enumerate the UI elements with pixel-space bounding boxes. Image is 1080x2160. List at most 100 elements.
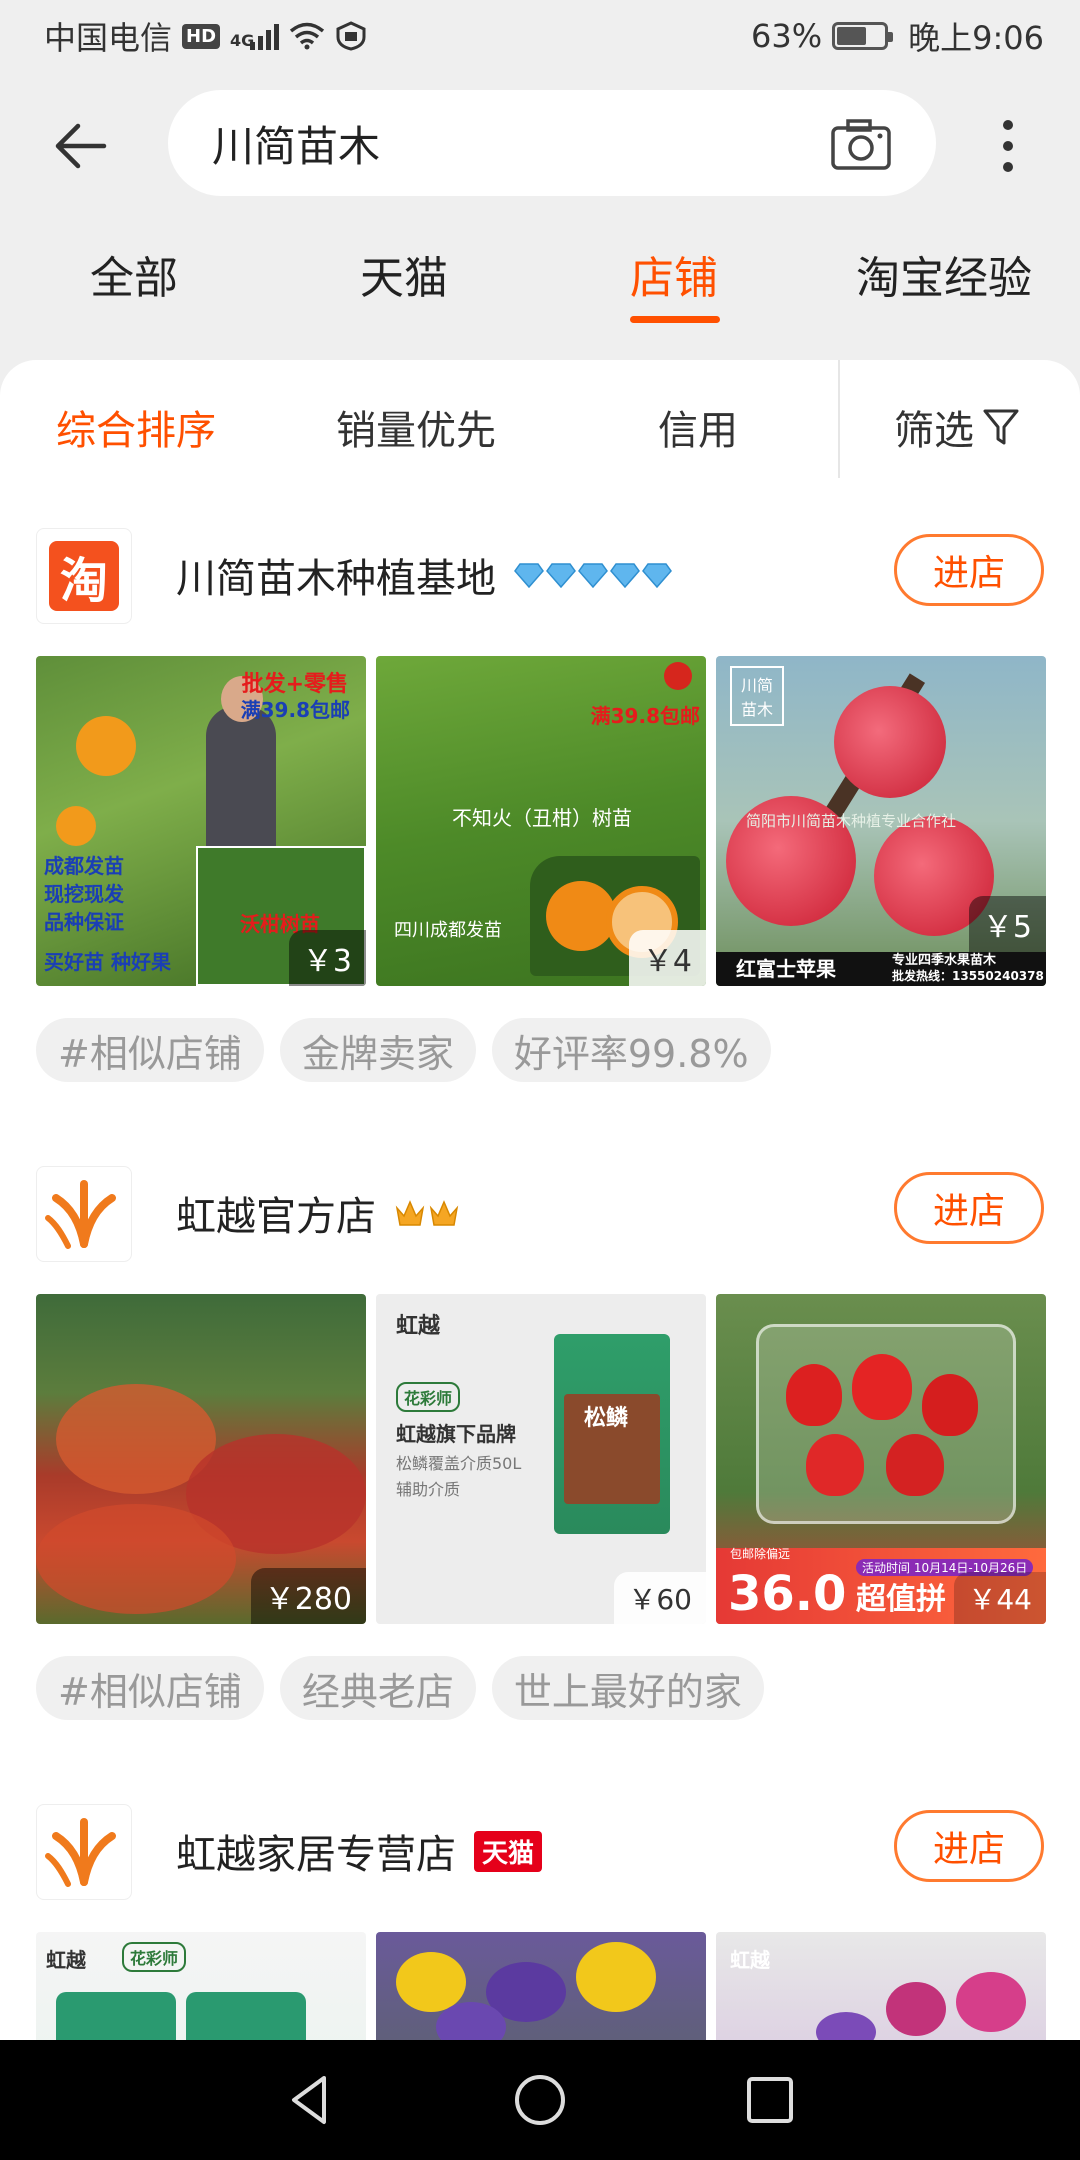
hd-badge: HD xyxy=(182,23,221,49)
product-image[interactable]: 批发+零售 满39.8包邮 成都发苗 现挖现发 品种保证 买好苗 种好果 沃柑树… xyxy=(36,656,366,986)
product-caption: 红富士苹果 xyxy=(736,957,836,981)
wifi-icon xyxy=(290,22,325,50)
product-image[interactable]: 川简 苗木 简阳市川简苗木种植专业合作社 红富士苹果 专业四季水果苗木 批发热线… xyxy=(716,656,1046,986)
tab-tmall[interactable]: 天猫 xyxy=(360,242,448,306)
shop-title-row: 川简苗木种植基地 xyxy=(176,546,672,604)
nav-back-icon[interactable] xyxy=(280,2070,340,2130)
product-price: ￥4 xyxy=(628,930,706,986)
shop-results-panel: 综合排序 销量优先 信用 筛选 淘 川简苗木种植基地 进店 批发+零售 满39.… xyxy=(0,360,1080,2040)
product-image[interactable]: 虹越 花彩师 xyxy=(36,1932,366,2040)
crown-icon xyxy=(395,1200,425,1226)
tmall-badge: 天猫 xyxy=(474,1830,543,1872)
shop-tag: 世上最好的家 xyxy=(491,1656,764,1720)
enter-shop-button[interactable]: 进店 xyxy=(894,1810,1044,1882)
sort-sales[interactable]: 销量优先 xyxy=(336,398,496,456)
product-caption: 成都发苗 xyxy=(44,854,124,878)
shop-name[interactable]: 虹越官方店 xyxy=(176,1184,376,1242)
similar-shops-tag[interactable]: #相似店铺 xyxy=(36,1018,264,1082)
security-icon xyxy=(336,21,366,51)
product-caption: 四川成都发苗 xyxy=(394,920,502,941)
product-caption: 简阳市川简苗木种植专业合作社 xyxy=(746,812,957,830)
sort-comprehensive[interactable]: 综合排序 xyxy=(56,398,216,456)
battery-icon xyxy=(832,22,894,50)
product-image[interactable]: 满39.8包邮 不知火（丑柑）树苗 四川成都发苗 ￥4 xyxy=(376,656,706,986)
product-caption: 超值拼 xyxy=(856,1582,946,1617)
nav-home-icon[interactable] xyxy=(510,2070,570,2130)
shop-watermark: 苗木 xyxy=(740,700,773,719)
tab-shops[interactable]: 店铺 xyxy=(630,242,718,306)
hongyue-logo-icon xyxy=(45,1818,116,1887)
carrier-name: 中国电信 xyxy=(44,19,173,57)
product-caption: 花彩师 xyxy=(122,1942,187,1972)
shop-name[interactable]: 虹越家居专营店 xyxy=(176,1822,456,1880)
product-caption: 辅助介质 xyxy=(396,1480,461,1499)
enter-shop-button[interactable]: 进店 xyxy=(894,1172,1044,1244)
sort-divider xyxy=(838,360,840,478)
product-image[interactable] xyxy=(376,1932,706,2040)
shop-title-row: 虹越家居专营店 天猫 xyxy=(176,1822,543,1880)
clock: 晚上9:06 xyxy=(908,19,1044,57)
shop-tags: #相似店铺 经典老店 世上最好的家 xyxy=(36,1656,764,1720)
search-header: 川简苗木 xyxy=(0,90,1080,200)
top-tabs: 全部 天猫 店铺 淘宝经验 xyxy=(0,230,1080,330)
shop-logo xyxy=(36,1166,132,1262)
product-image[interactable]: 虹越 花彩师 虹越旗下品牌 松鳞覆盖介质50L 辅助介质 松鳞 ￥60 xyxy=(376,1294,706,1624)
filter-button[interactable]: 筛选 xyxy=(894,398,1020,456)
product-caption: 松鳞覆盖介质50L xyxy=(396,1454,522,1473)
active-tab-indicator xyxy=(630,316,720,323)
product-row: 批发+零售 满39.8包邮 成都发苗 现挖现发 品种保证 买好苗 种好果 沃柑树… xyxy=(36,656,1046,986)
system-nav-bar xyxy=(0,2040,1080,2160)
product-caption: 买好苗 种好果 xyxy=(44,950,171,974)
enter-shop-button[interactable]: 进店 xyxy=(894,534,1044,606)
diamond-icon xyxy=(546,563,576,588)
tab-all[interactable]: 全部 xyxy=(90,242,178,306)
taobao-logo: 淘 xyxy=(49,541,119,611)
product-price: ￥3 xyxy=(288,930,366,986)
battery-percent: 63% xyxy=(751,17,823,55)
product-image[interactable]: 包邮除偏远 活动时间 10月14日-10月26日 36.0 超值拼 ￥44 xyxy=(716,1294,1046,1624)
product-row: 虹越 花彩师 虹越 xyxy=(36,1932,1046,2040)
search-input[interactable]: 川简苗木 xyxy=(168,90,936,196)
shop-card[interactable]: 虹越家居专营店 天猫 进店 虹越 花彩师 虹越 xyxy=(0,1804,1080,2040)
shop-tags: #相似店铺 金牌卖家 好评率99.8% xyxy=(36,1018,771,1082)
search-query: 川简苗木 xyxy=(212,121,381,171)
shop-card[interactable]: 虹越官方店 进店 ￥280 虹越 花彩师 虹越旗下品牌 松鳞覆盖介质50L 辅助… xyxy=(0,1166,1080,1726)
product-caption: 虹越 xyxy=(46,1948,86,1972)
product-caption: 花彩师 xyxy=(396,1382,461,1412)
product-caption: 36.0 xyxy=(728,1566,847,1622)
shop-logo: 淘 xyxy=(36,528,132,624)
more-options-icon[interactable] xyxy=(990,116,1026,176)
sort-bar: 综合排序 销量优先 信用 筛选 xyxy=(0,360,1080,480)
product-caption: 批发热线：13550240378 xyxy=(892,969,1044,983)
sort-credit[interactable]: 信用 xyxy=(658,398,738,456)
product-caption: 满39.8包邮 xyxy=(240,698,350,722)
hongyue-logo-icon xyxy=(45,1180,116,1249)
shop-watermark: 川简 xyxy=(740,676,773,695)
bag-label: 松鳞 xyxy=(584,1406,629,1431)
product-caption: 现挖现发 xyxy=(44,882,124,906)
product-image[interactable]: 虹越 xyxy=(716,1932,1046,2040)
product-caption: 虹越旗下品牌 xyxy=(396,1422,516,1446)
product-price: ￥280 xyxy=(250,1568,366,1624)
product-caption: 满39.8包邮 xyxy=(590,704,700,728)
filter-funnel-icon xyxy=(983,409,1019,445)
back-arrow-icon[interactable] xyxy=(52,118,112,174)
tab-taobao-experience[interactable]: 淘宝经验 xyxy=(856,242,1032,306)
filter-label: 筛选 xyxy=(894,408,974,454)
crown-icon xyxy=(429,1200,459,1226)
similar-shops-tag[interactable]: #相似店铺 xyxy=(36,1656,264,1720)
shop-tag: 金牌卖家 xyxy=(279,1018,476,1082)
product-caption: 虹越 xyxy=(396,1314,441,1339)
shop-name[interactable]: 川简苗木种植基地 xyxy=(176,546,496,604)
shop-card[interactable]: 淘 川简苗木种植基地 进店 批发+零售 满39.8包邮 成都发苗 现挖现发 品种… xyxy=(0,528,1080,1088)
product-image[interactable]: ￥280 xyxy=(36,1294,366,1624)
product-caption: 包邮除偏远 xyxy=(730,1547,791,1561)
diamond-icon xyxy=(514,563,544,588)
product-price: ￥44 xyxy=(954,1572,1046,1624)
camera-icon[interactable] xyxy=(830,116,892,172)
shop-title-row: 虹越官方店 xyxy=(176,1184,460,1242)
shop-tag: 好评率99.8% xyxy=(491,1018,771,1082)
status-right: 63% 晚上9:06 xyxy=(751,13,1044,59)
nav-recents-icon[interactable] xyxy=(740,2070,800,2130)
product-price: ￥60 xyxy=(614,1572,706,1624)
